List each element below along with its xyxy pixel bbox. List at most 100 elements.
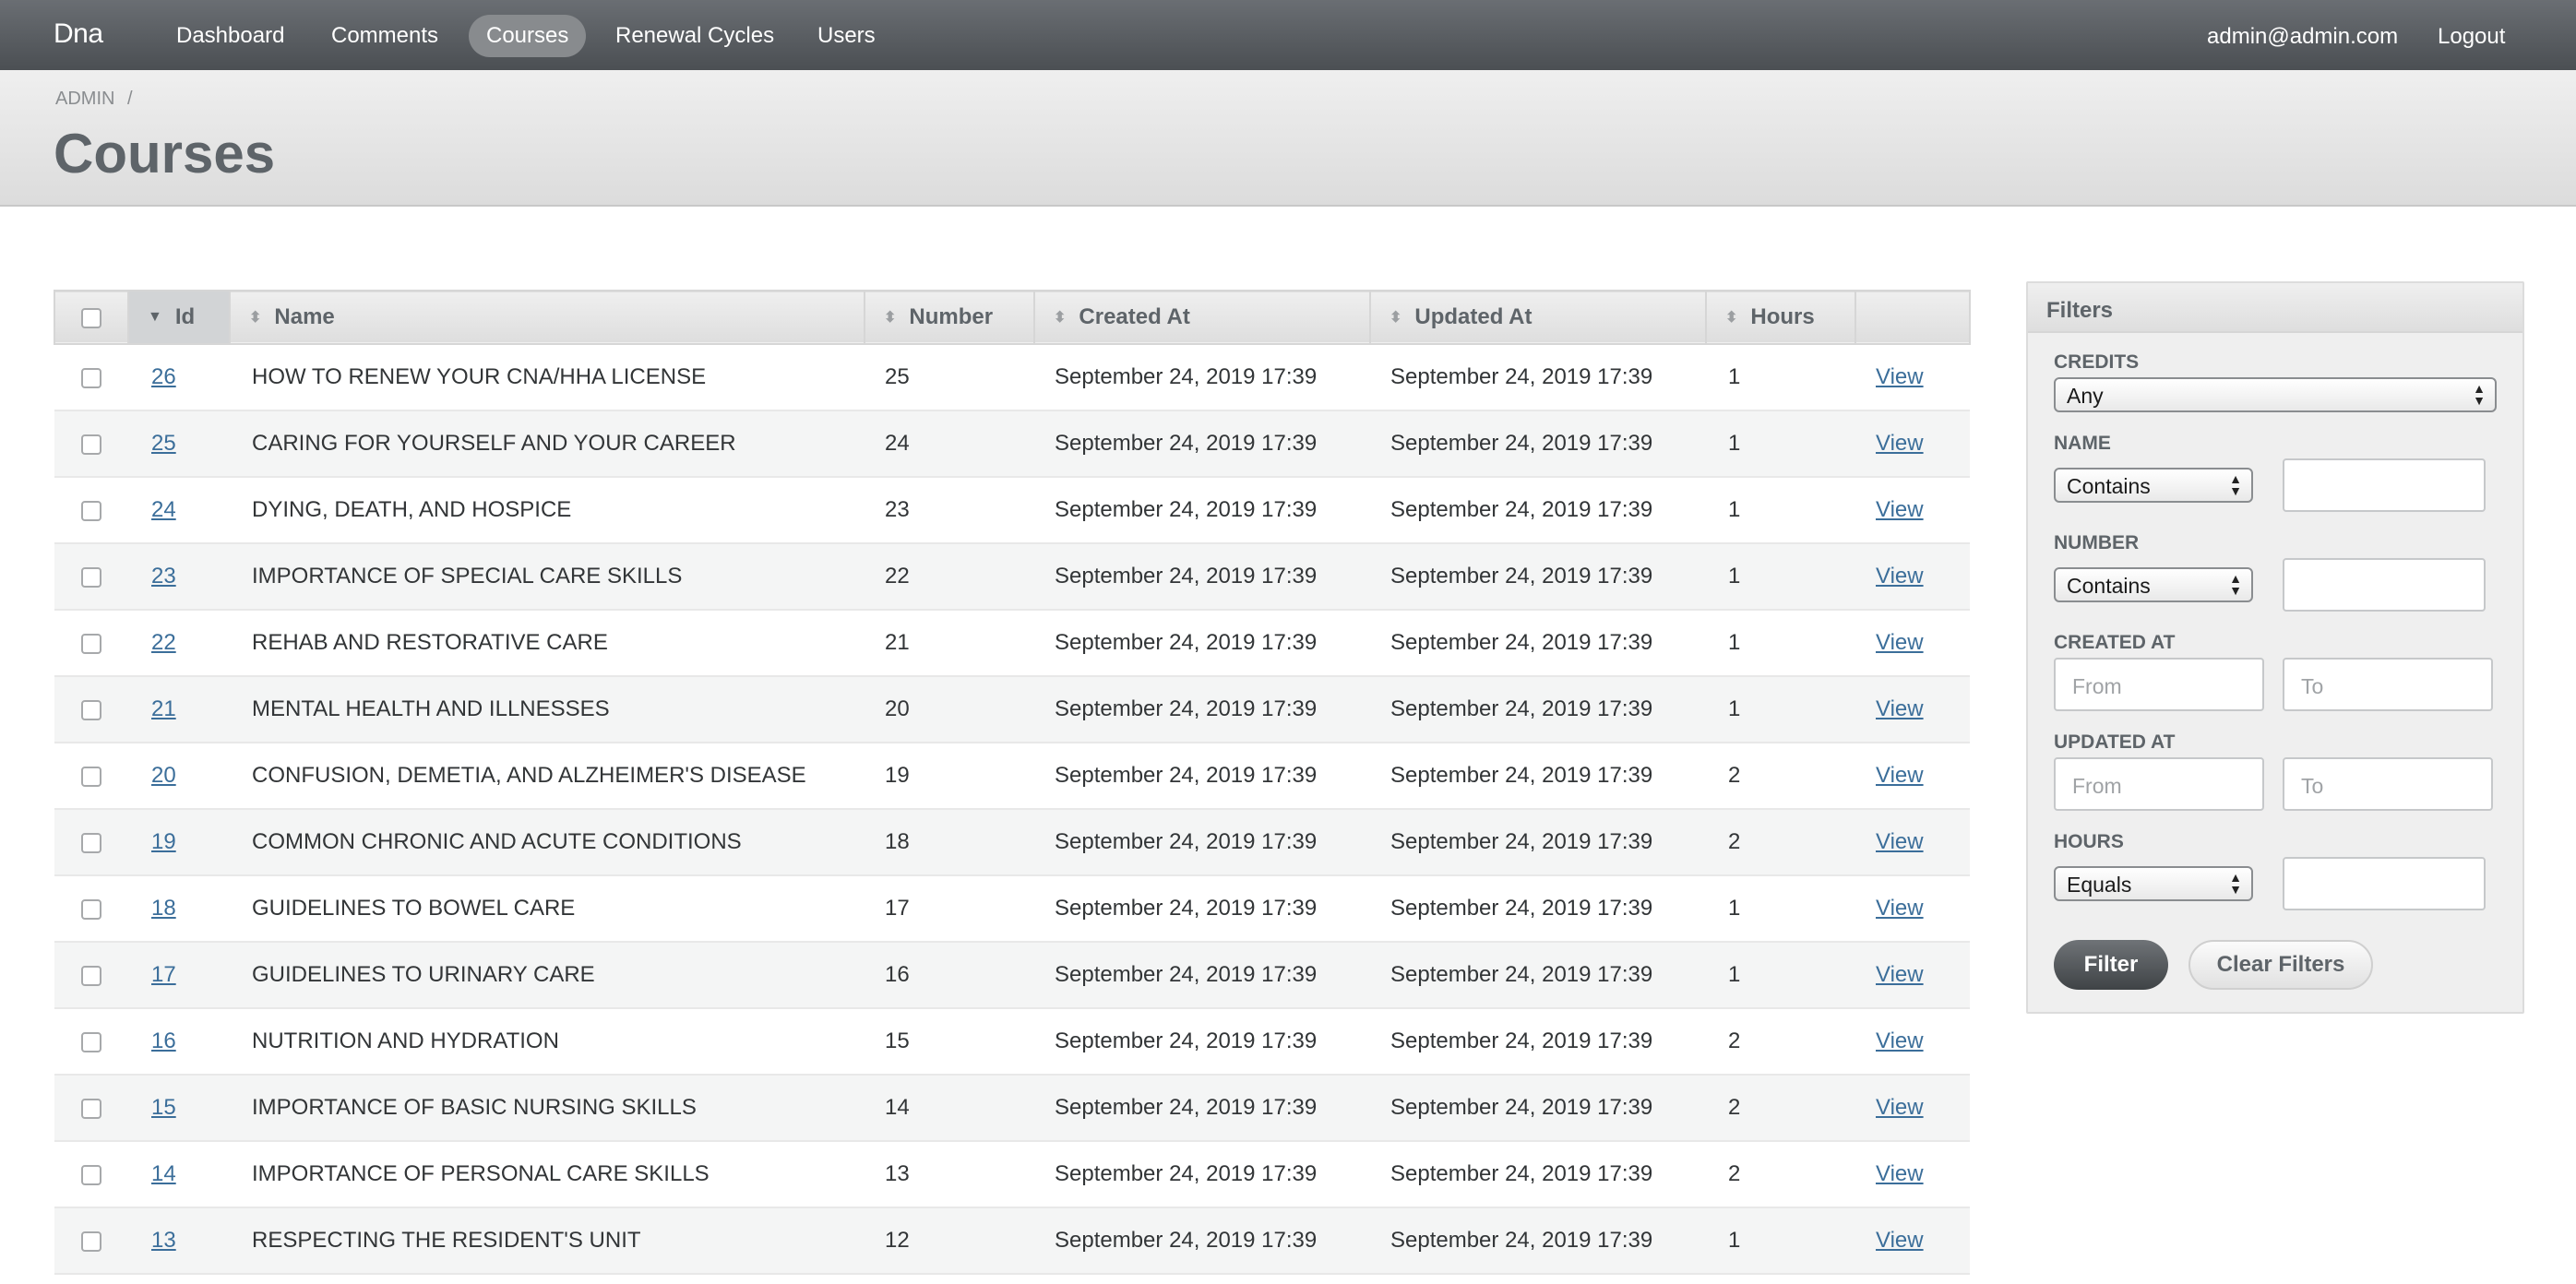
row-id-link[interactable]: 26	[151, 364, 176, 389]
credits-label: CREDITS	[2054, 351, 2140, 373]
row-hours: 1	[1728, 564, 1741, 588]
row-checkbox[interactable]	[81, 766, 101, 787]
courses-table-wrapper: ▼ Id ⬍ Name ⬍ Number ⬍ Created At ⬍ Updated A…	[54, 290, 1971, 1275]
row-view-link[interactable]: View	[1876, 564, 1924, 588]
current-user-link[interactable]: admin@admin.com	[2207, 24, 2398, 50]
tab-comments[interactable]: Comments	[314, 15, 456, 57]
row-id-link[interactable]: 18	[151, 896, 176, 921]
column-header-hours[interactable]: ⬍ Hours	[1706, 291, 1856, 344]
created-at-to-input[interactable]: To	[2283, 658, 2493, 711]
credits-select-value: Any	[2067, 384, 2104, 408]
row-id-link[interactable]: 15	[151, 1095, 176, 1120]
row-checkbox[interactable]	[81, 1031, 101, 1052]
row-view-link[interactable]: View	[1876, 1095, 1924, 1120]
row-id-link[interactable]: 20	[151, 763, 176, 788]
column-header-name[interactable]: ⬍ Name	[230, 291, 865, 344]
sort-icon: ⬍	[1054, 310, 1067, 326]
table-row: 24 DYING, DEATH, AND HOSPICE 23 September 2…	[54, 477, 1970, 543]
created-at-label: CREATED AT	[2054, 632, 2176, 653]
row-id-link[interactable]: 22	[151, 630, 176, 655]
filter-button[interactable]: Filter	[2054, 940, 2168, 990]
tab-users[interactable]: Users	[800, 15, 893, 57]
row-id-link[interactable]: 14	[151, 1161, 176, 1186]
name-operator-select[interactable]: Contains ▲ ▼	[2054, 468, 2253, 503]
row-view-link[interactable]: View	[1876, 1161, 1924, 1186]
hours-operator-select[interactable]: Equals ▲ ▼	[2054, 866, 2253, 901]
row-id-link[interactable]: 21	[151, 696, 176, 721]
row-id-link[interactable]: 17	[151, 962, 176, 987]
row-checkbox[interactable]	[81, 1230, 101, 1252]
row-id-link[interactable]: 19	[151, 829, 176, 854]
row-checkbox[interactable]	[81, 965, 101, 986]
created-at-from-input[interactable]: From	[2054, 658, 2264, 711]
row-name: REHAB AND RESTORATIVE CARE	[252, 630, 608, 655]
row-view-link[interactable]: View	[1876, 630, 1924, 655]
row-view-cell: View	[1855, 410, 1970, 477]
number-filter-input[interactable]	[2283, 558, 2486, 612]
sort-icon: ⬍	[249, 310, 262, 326]
row-view-cell: View	[1855, 1075, 1970, 1141]
row-number: 22	[885, 564, 910, 588]
column-header-id[interactable]: ▼ Id	[128, 291, 231, 344]
row-id-cell: 18	[128, 875, 230, 942]
logout-link[interactable]: Logout	[2438, 24, 2505, 50]
row-checkbox-cell	[54, 1008, 128, 1075]
courses-table: ▼ Id ⬍ Name ⬍ Number ⬍ Created At ⬍ Updated A…	[54, 290, 1971, 1275]
row-checkbox[interactable]	[81, 500, 101, 521]
row-view-link[interactable]: View	[1876, 962, 1924, 987]
row-view-link[interactable]: View	[1876, 763, 1924, 788]
row-view-link[interactable]: View	[1876, 896, 1924, 921]
row-id-link[interactable]: 25	[151, 431, 176, 456]
row-view-link[interactable]: View	[1876, 364, 1924, 389]
row-id-link[interactable]: 24	[151, 497, 176, 522]
row-updated-at: September 24, 2019 17:39	[1390, 1161, 1653, 1186]
row-checkbox[interactable]	[81, 898, 101, 920]
updated-at-to-input[interactable]: To	[2283, 757, 2493, 811]
row-id-cell: 23	[128, 543, 230, 610]
row-created-at: September 24, 2019 17:39	[1055, 1095, 1318, 1120]
row-created-at: September 24, 2019 17:39	[1055, 896, 1318, 921]
row-name: IMPORTANCE OF PERSONAL CARE SKILLS	[252, 1161, 710, 1186]
tab-courses[interactable]: Courses	[469, 15, 587, 57]
row-name: IMPORTANCE OF BASIC NURSING SKILLS	[252, 1095, 697, 1120]
row-checkbox[interactable]	[81, 1098, 101, 1119]
row-number: 12	[885, 1228, 910, 1253]
row-id-link[interactable]: 13	[151, 1228, 176, 1253]
row-view-link[interactable]: View	[1876, 696, 1924, 721]
row-id-cell: 14	[128, 1141, 230, 1207]
row-view-link[interactable]: View	[1876, 829, 1924, 854]
row-id-link[interactable]: 16	[151, 1028, 176, 1053]
row-hours: 1	[1728, 497, 1741, 522]
row-view-link[interactable]: View	[1876, 431, 1924, 456]
clear-filters-button[interactable]: Clear Filters	[2188, 940, 2373, 990]
row-checkbox[interactable]	[81, 367, 101, 388]
row-checkbox[interactable]	[81, 1164, 101, 1185]
row-checkbox[interactable]	[81, 434, 101, 455]
number-operator-select[interactable]: Contains ▲ ▼	[2054, 567, 2253, 602]
table-row: 25 CARING FOR YOURSELF AND YOUR CAREER 24 S…	[54, 410, 1970, 477]
column-header-number[interactable]: ⬍ Number	[865, 291, 1035, 344]
row-checkbox[interactable]	[81, 633, 101, 654]
updated-at-from-input[interactable]: From	[2054, 757, 2264, 811]
breadcrumb-admin-link[interactable]: ADMIN	[55, 89, 114, 109]
row-created-at: September 24, 2019 17:39	[1055, 364, 1318, 389]
site-title[interactable]: Dna	[54, 18, 103, 50]
row-view-link[interactable]: View	[1876, 1228, 1924, 1253]
select-all-checkbox[interactable]	[81, 307, 101, 328]
hours-filter-input[interactable]	[2283, 857, 2486, 910]
filters-panel: Filters CREDITS Any ▲ ▼ NAME Contains ▲ ▼ …	[2026, 281, 2524, 1014]
row-checkbox-cell	[54, 543, 128, 610]
name-filter-input[interactable]	[2283, 458, 2486, 512]
tab-dashboard[interactable]: Dashboard	[159, 15, 302, 57]
row-id-link[interactable]: 23	[151, 564, 176, 588]
credits-select[interactable]: Any ▲ ▼	[2054, 377, 2497, 412]
row-checkbox[interactable]	[81, 832, 101, 853]
tab-renewal-cycles[interactable]: Renewal Cycles	[598, 15, 792, 57]
column-header-created-at[interactable]: ⬍ Created At	[1034, 291, 1371, 344]
row-checkbox[interactable]	[81, 566, 101, 588]
breadcrumb: ADMIN /	[55, 89, 133, 110]
row-checkbox[interactable]	[81, 699, 101, 720]
row-view-link[interactable]: View	[1876, 1028, 1924, 1053]
row-view-link[interactable]: View	[1876, 497, 1924, 522]
column-header-updated-at[interactable]: ⬍ Updated At	[1370, 291, 1707, 344]
